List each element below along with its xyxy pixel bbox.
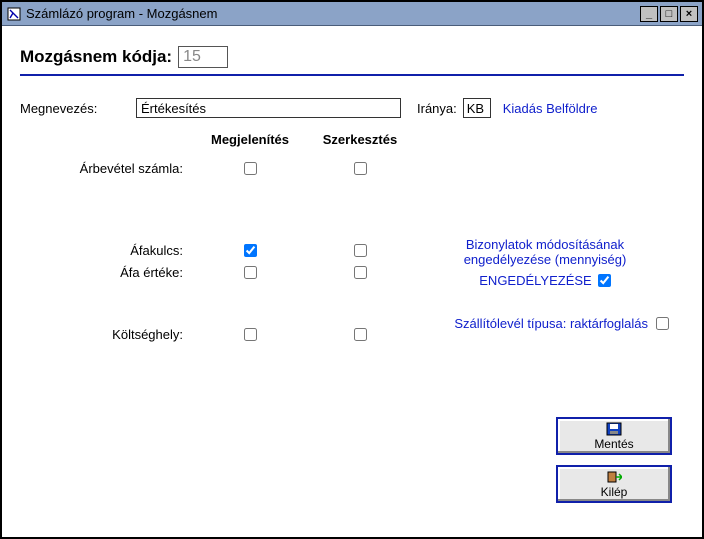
- divider: [20, 74, 684, 76]
- vatval-edit-checkbox[interactable]: [354, 266, 367, 279]
- shipping-type-checkbox[interactable]: [656, 317, 669, 330]
- shipping-type-label: Szállítólevél típusa: raktárfoglalás: [454, 316, 648, 331]
- code-input[interactable]: [178, 46, 228, 68]
- vatkey-display-checkbox[interactable]: [244, 244, 257, 257]
- save-icon: [606, 422, 622, 436]
- action-buttons: Mentés Kilép: [556, 417, 672, 503]
- column-headers: Megjelenítés Szerkesztés: [20, 132, 684, 147]
- cost-edit-checkbox[interactable]: [354, 328, 367, 341]
- row-revenue: Árbevétel számla:: [20, 157, 684, 179]
- save-button-label: Mentés: [594, 437, 633, 451]
- exit-icon: [606, 470, 622, 484]
- permissions-line2: engedélyezése (mennyiség): [415, 252, 675, 267]
- revenue-display-checkbox[interactable]: [244, 162, 257, 175]
- titlebar: Számlázó program - Mozgásnem _ □ ×: [2, 2, 702, 26]
- window-controls: _ □ ×: [640, 6, 698, 22]
- vatkey-edit-checkbox[interactable]: [354, 244, 367, 257]
- column-edit-header: Szerkesztés: [305, 132, 415, 147]
- direction-description: Kiadás Belföldre: [503, 101, 598, 116]
- cost-label: Költséghely:: [20, 327, 195, 342]
- name-label: Megnevezés:: [20, 101, 130, 116]
- vatval-display-checkbox[interactable]: [244, 266, 257, 279]
- revenue-label: Árbevétel számla:: [20, 161, 195, 176]
- cost-display-checkbox[interactable]: [244, 328, 257, 341]
- close-button[interactable]: ×: [680, 6, 698, 22]
- permissions-line1: Bizonylatok módosításának: [415, 237, 675, 252]
- name-input[interactable]: [136, 98, 401, 118]
- direction-input[interactable]: [463, 98, 491, 118]
- window-title: Számlázó program - Mozgásnem: [26, 6, 640, 21]
- enable-checkbox[interactable]: [598, 274, 611, 287]
- permissions-panel: Bizonylatok módosításának engedélyezése …: [415, 237, 675, 331]
- maximize-button[interactable]: □: [660, 6, 678, 22]
- code-row: Mozgásnem kódja:: [20, 46, 684, 68]
- app-window: Számlázó program - Mozgásnem _ □ × Mozgá…: [0, 0, 704, 539]
- enable-label: ENGEDÉLYEZÉSE: [479, 273, 591, 288]
- column-display-header: Megjelenítés: [195, 132, 305, 147]
- content-area: Mozgásnem kódja: Megnevezés: Iránya: Kia…: [2, 26, 702, 355]
- options-grid: Megjelenítés Szerkesztés Árbevétel száml…: [20, 132, 684, 345]
- app-icon: [6, 6, 22, 22]
- vatkey-label: Áfakulcs:: [20, 243, 195, 258]
- minimize-button[interactable]: _: [640, 6, 658, 22]
- code-label: Mozgásnem kódja:: [20, 47, 172, 67]
- revenue-edit-checkbox[interactable]: [354, 162, 367, 175]
- save-button[interactable]: Mentés: [556, 417, 672, 455]
- exit-button[interactable]: Kilép: [556, 465, 672, 503]
- exit-button-label: Kilép: [601, 485, 628, 499]
- direction-label: Iránya:: [417, 101, 457, 116]
- vatval-label: Áfa értéke:: [20, 265, 195, 280]
- name-row: Megnevezés: Iránya: Kiadás Belföldre: [20, 98, 684, 118]
